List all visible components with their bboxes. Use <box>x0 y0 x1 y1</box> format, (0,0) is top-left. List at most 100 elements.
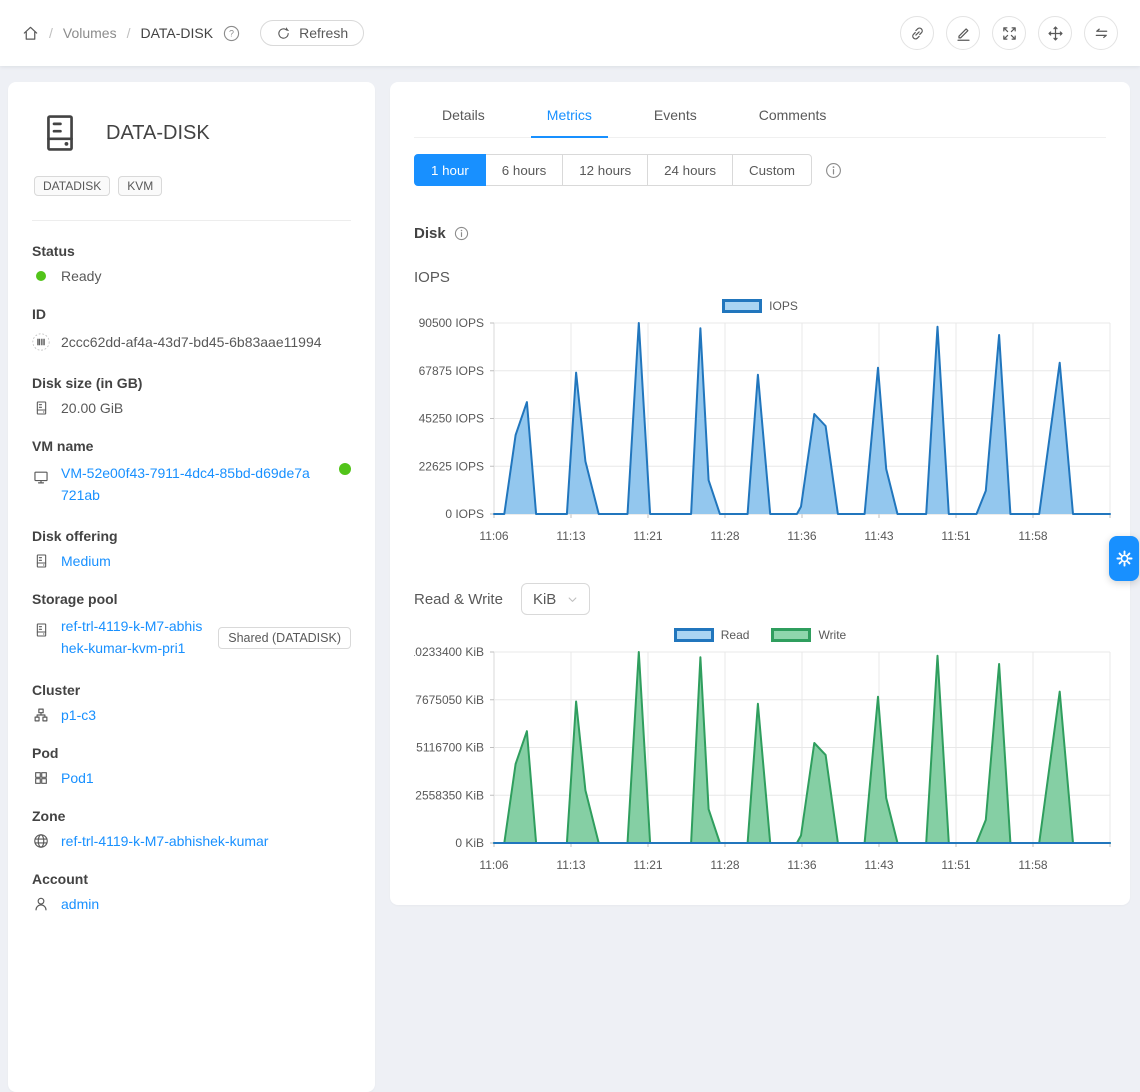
cluster-link[interactable]: p1-c3 <box>61 707 96 723</box>
vm-name-link[interactable]: VM-52e00f43-7911-4dc4-85bd-d69de7a721ab <box>61 463 311 506</box>
expand-arrows-icon <box>1001 25 1018 42</box>
edit-icon <box>955 25 972 42</box>
home-icon[interactable] <box>22 25 39 42</box>
status-dot <box>36 271 46 281</box>
tab-events[interactable]: Events <box>638 94 713 137</box>
id-value: 2ccc62dd-af4a-43d7-bd45-6b83aae11994 <box>61 334 322 350</box>
svg-text:11:06: 11:06 <box>479 529 508 543</box>
field-status: Status Ready <box>32 243 351 284</box>
disk-icon <box>32 400 50 416</box>
svg-text:11:58: 11:58 <box>1018 529 1047 543</box>
pod-icon <box>32 770 50 786</box>
swap-arrows-icon <box>1093 25 1110 42</box>
legend-label: Read <box>721 628 750 642</box>
breadcrumb-volumes[interactable]: Volumes <box>63 25 117 41</box>
svg-text:11:58: 11:58 <box>1018 858 1047 872</box>
unit-select[interactable]: KiB <box>521 583 590 615</box>
storage-pool-link[interactable]: ref-trl-4119-k-M7-abhishek-kumar-kvm-pri… <box>61 616 207 659</box>
volume-detail-card: Details Metrics Events Comments 1 hour 6… <box>390 82 1130 905</box>
status-value: Ready <box>61 268 101 284</box>
time-range-24-hours[interactable]: 24 hours <box>647 154 733 186</box>
field-id: ID 2ccc62dd-af4a-43d7-bd45-6b83aae11994 <box>32 306 351 353</box>
info-icon[interactable] <box>454 226 469 241</box>
vm-state-dot <box>339 463 351 475</box>
move-button[interactable] <box>1038 16 1072 50</box>
field-cluster: Cluster p1-c3 <box>32 682 351 723</box>
time-range-12-hours[interactable]: 12 hours <box>562 154 648 186</box>
svg-text:10233400 KiB: 10233400 KiB <box>414 645 484 659</box>
link-button[interactable] <box>900 16 934 50</box>
time-range-1-hour[interactable]: 1 hour <box>414 154 486 186</box>
svg-text:11:28: 11:28 <box>710 858 739 872</box>
tag-datadisk: DATADISK <box>34 176 110 196</box>
migrate-button[interactable] <box>1084 16 1118 50</box>
field-label: Storage pool <box>32 591 351 607</box>
pod-link[interactable]: Pod1 <box>61 770 94 786</box>
time-range-6-hours[interactable]: 6 hours <box>485 154 563 186</box>
chevron-down-icon <box>567 594 578 605</box>
field-label: Account <box>32 871 351 887</box>
account-link[interactable]: admin <box>61 896 99 912</box>
info-icon[interactable] <box>825 162 842 179</box>
field-label: Disk offering <box>32 528 351 544</box>
svg-text:11:13: 11:13 <box>556 529 585 543</box>
tab-metrics[interactable]: Metrics <box>531 94 608 138</box>
refresh-button[interactable]: Refresh <box>260 20 364 46</box>
breadcrumb-separator: / <box>127 25 131 41</box>
cluster-icon <box>32 707 50 723</box>
settings-fab[interactable] <box>1109 536 1139 581</box>
field-label: Zone <box>32 808 351 824</box>
legend-swatch <box>771 628 811 642</box>
zone-link[interactable]: ref-trl-4119-k-M7-abhishek-kumar <box>61 833 268 849</box>
field-disk-size: Disk size (in GB) 20.00 GiB <box>32 375 351 416</box>
help-icon[interactable]: ? <box>223 25 240 42</box>
svg-text:11:28: 11:28 <box>710 529 739 543</box>
field-pod: Pod Pod1 <box>32 745 351 786</box>
breadcrumb-separator: / <box>49 25 53 41</box>
read-write-chart-title: Read & Write KiB <box>414 583 1106 615</box>
field-account: Account admin <box>32 871 351 912</box>
read-write-chart-legend: Read Write <box>414 628 1106 642</box>
breadcrumb: / Volumes / DATA-DISK ? Refresh <box>22 20 364 46</box>
link-icon <box>909 25 926 42</box>
tab-comments[interactable]: Comments <box>743 94 843 137</box>
legend-label: Write <box>818 628 846 642</box>
svg-text:7675050 KiB: 7675050 KiB <box>415 693 484 707</box>
move-arrows-icon <box>1047 25 1064 42</box>
svg-text:11:43: 11:43 <box>864 529 893 543</box>
volume-title: DATA-DISK <box>106 122 210 145</box>
svg-text:11:21: 11:21 <box>633 529 662 543</box>
unit-select-value: KiB <box>533 591 556 608</box>
fullscreen-button[interactable] <box>992 16 1026 50</box>
gear-icon <box>1115 549 1134 568</box>
header-actions <box>900 16 1118 50</box>
svg-text:11:21: 11:21 <box>633 858 662 872</box>
legend-label: IOPS <box>769 299 798 313</box>
time-range-group: 1 hour 6 hours 12 hours 24 hours Custom <box>414 154 812 186</box>
volume-icon <box>40 112 80 154</box>
tag-kvm: KVM <box>118 176 162 196</box>
tab-details[interactable]: Details <box>426 94 501 137</box>
top-bar: / Volumes / DATA-DISK ? Refresh <box>0 0 1140 66</box>
legend-item: Read <box>674 628 750 642</box>
disk-offering-link[interactable]: Medium <box>61 553 111 569</box>
refresh-icon <box>276 26 291 41</box>
refresh-label: Refresh <box>299 25 348 41</box>
tag-row: DATADISK KVM <box>34 176 351 196</box>
time-range-custom[interactable]: Custom <box>732 154 812 186</box>
field-vm-name: VM name VM-52e00f43-7911-4dc4-85bd-d69de… <box>32 438 351 506</box>
globe-icon <box>32 833 50 849</box>
svg-text:11:51: 11:51 <box>941 529 970 543</box>
breadcrumb-current: DATA-DISK <box>140 25 213 41</box>
disk-size-value: 20.00 GiB <box>61 400 123 416</box>
page-body: DATA-DISK DATADISK KVM Status Ready ID <box>0 66 1140 1092</box>
field-zone: Zone ref-trl-4119-k-M7-abhishek-kumar <box>32 808 351 849</box>
svg-text:11:13: 11:13 <box>556 858 585 872</box>
iops-chart-title: IOPS <box>414 269 1106 286</box>
edit-button[interactable] <box>946 16 980 50</box>
svg-text:2558350 KiB: 2558350 KiB <box>415 788 484 802</box>
vm-icon <box>32 463 50 485</box>
svg-text:45250 IOPS: 45250 IOPS <box>419 412 484 426</box>
iops-chart-legend: IOPS <box>414 299 1106 313</box>
storage-icon <box>32 616 50 638</box>
